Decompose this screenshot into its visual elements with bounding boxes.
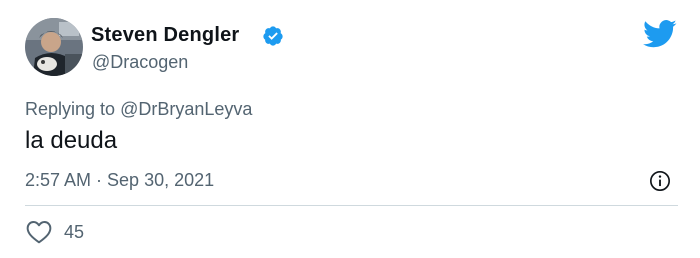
tweet-text: la deuda: [25, 127, 118, 154]
reply-mention-link[interactable]: @DrBryanLeyva: [120, 99, 252, 119]
avatar[interactable]: [25, 18, 83, 76]
reply-context: Replying to @DrBryanLeyva: [25, 98, 252, 120]
heart-icon[interactable]: [26, 220, 52, 244]
reply-prefix: Replying to: [25, 99, 116, 119]
verified-badge-icon: [263, 26, 283, 46]
timestamp[interactable]: 2:57 AM · Sep 30, 2021: [25, 169, 214, 191]
avatar-image: [25, 18, 83, 76]
display-name[interactable]: Steven Dengler: [91, 23, 239, 47]
handle[interactable]: @Dracogen: [92, 51, 188, 73]
twitter-bird-icon[interactable]: [643, 19, 677, 49]
divider: [25, 205, 678, 206]
tweet-card: Steven Dengler @Dracogen Replying to @Dr…: [0, 0, 700, 258]
info-icon[interactable]: [649, 170, 671, 192]
like-count: 45: [64, 222, 85, 242]
